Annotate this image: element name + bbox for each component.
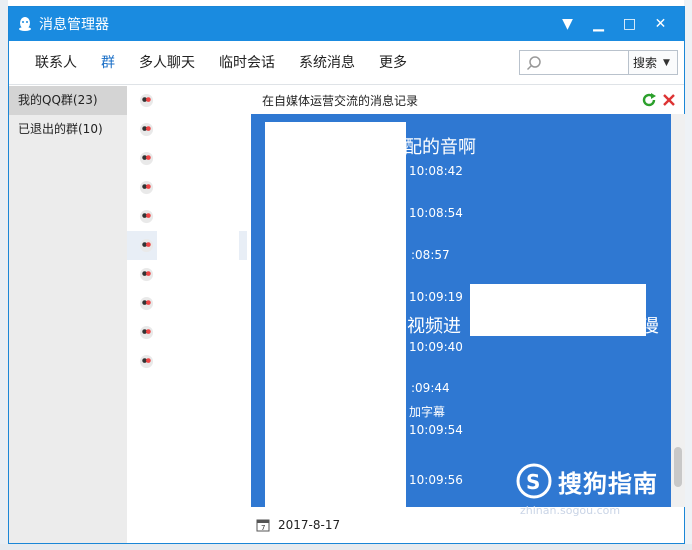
message-timestamp: 10:08:54 [409, 206, 463, 220]
search-button-label: 搜索 [633, 56, 658, 70]
desktop-background-right [684, 0, 692, 550]
group-avatar-icon [139, 93, 154, 108]
redaction-block [470, 284, 646, 336]
message-text: 加字幕 [409, 405, 446, 419]
group-avatar-icon [139, 267, 154, 282]
minimize-icon[interactable]: ▁ [583, 7, 614, 41]
message-timestamp: 10:09:19 [409, 290, 463, 304]
tab-contacts[interactable]: 联系人 [23, 41, 89, 85]
nav-item-left-groups[interactable]: 已退出的群(10) [9, 115, 127, 144]
close-icon[interactable]: ✕ [645, 7, 676, 41]
scrollbar-thumb[interactable] [674, 447, 682, 487]
search-button[interactable]: 搜索 ▼ [629, 50, 678, 75]
title-bar[interactable]: 消息管理器 ▼ ▁ □ ✕ [9, 7, 684, 41]
message-timestamp: 10:09:40 [409, 340, 463, 354]
message-content-area[interactable]: 配的音啊 10:08:42 10:08:54 :08:57 10:09:19 视… [251, 114, 671, 507]
message-scrollbar[interactable] [671, 114, 685, 507]
message-text: 视频进 [407, 316, 461, 337]
message-record-header: 在自媒体运营交流的消息记录 [248, 86, 685, 114]
dropdown-menu-icon[interactable]: ▼ [552, 7, 583, 41]
message-timestamp: :09:44 [411, 381, 450, 395]
refresh-icon[interactable] [641, 92, 657, 108]
watermark-text: 搜狗指南 [558, 469, 658, 498]
maximize-icon[interactable]: □ [614, 7, 645, 41]
current-date-label: 2017-8-17 [278, 518, 341, 532]
redaction-block [265, 122, 406, 507]
watermark-url: zhinan.sogou.com [520, 504, 621, 517]
group-avatar-icon [139, 296, 154, 311]
redaction-block [157, 87, 239, 384]
svg-text:S: S [526, 470, 540, 494]
message-text: 配的音啊 [404, 137, 476, 158]
chevron-down-icon[interactable]: ▼ [663, 58, 670, 68]
group-avatar-icon [139, 354, 154, 369]
group-avatar-icon [139, 122, 154, 137]
sogou-watermark: S 搜狗指南 [516, 463, 658, 499]
tab-more[interactable]: 更多 [367, 41, 419, 85]
tab-groups[interactable]: 群 [89, 41, 127, 85]
qq-penguin-icon [19, 17, 31, 31]
group-avatar-icon [139, 238, 154, 253]
tab-multi-chat[interactable]: 多人聊天 [127, 41, 207, 85]
message-record-title: 在自媒体运营交流的消息记录 [262, 93, 419, 108]
group-avatar-icon [139, 151, 154, 166]
desktop-background-bottom [0, 544, 692, 550]
group-category-nav: 我的QQ群(23) 已退出的群(10) [9, 86, 127, 543]
category-tabs: 联系人 群 多人聊天 临时会话 系统消息 更多 搜索 ▼ [9, 41, 684, 85]
message-timestamp: 10:09:54 [409, 423, 463, 437]
group-avatar-icon [139, 325, 154, 340]
message-timestamp: 10:08:42 [409, 164, 463, 178]
search-input[interactable] [546, 51, 630, 73]
calendar-icon[interactable]: 7 [256, 518, 270, 532]
delete-icon[interactable] [661, 92, 677, 108]
search-box [519, 50, 630, 75]
group-avatar-icon [139, 209, 154, 224]
window-title: 消息管理器 [39, 17, 109, 33]
nav-item-my-groups[interactable]: 我的QQ群(23) [9, 86, 127, 115]
group-avatar-icon [139, 180, 154, 195]
tab-temp-session[interactable]: 临时会话 [207, 41, 287, 85]
message-timestamp: :08:57 [411, 248, 450, 262]
sogou-logo-icon: S [516, 463, 552, 499]
svg-text:7: 7 [261, 524, 265, 532]
message-timestamp: 10:09:56 [409, 473, 463, 487]
desktop-background-left [0, 0, 8, 550]
search-icon [526, 56, 541, 71]
tab-system-messages[interactable]: 系统消息 [287, 41, 367, 85]
